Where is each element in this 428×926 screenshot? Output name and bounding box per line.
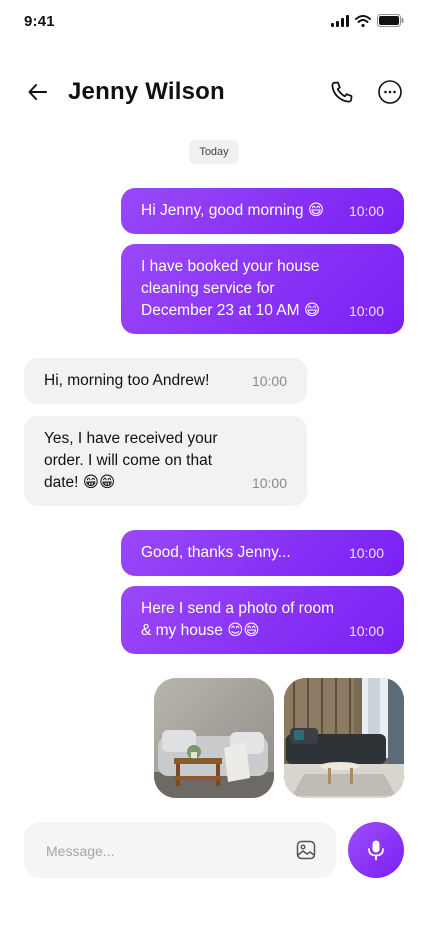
- message-text: Here I send a photo of room & my house 😊…: [141, 598, 334, 642]
- contact-name: Jenny Wilson: [68, 78, 225, 105]
- photo-attachment-house[interactable]: [284, 678, 404, 798]
- message-line: order. I will come on that: [44, 452, 212, 469]
- back-button[interactable]: [24, 78, 52, 106]
- message-bubble-outgoing[interactable]: Hi Jenny, good morning 😄 10:00: [121, 188, 404, 234]
- cellular-signal-icon: [331, 14, 349, 27]
- message-line: date! 😁😁: [44, 474, 116, 491]
- status-icons: [331, 14, 404, 27]
- message-bubble-incoming[interactable]: Yes, I have received your order. I will …: [24, 416, 307, 506]
- message-line: Yes, I have received your: [44, 430, 218, 447]
- call-button[interactable]: [328, 78, 356, 106]
- message-time: 10:00: [348, 303, 384, 319]
- message-line: I have booked your house: [141, 258, 320, 275]
- phone-icon: [331, 81, 353, 103]
- message-line: Here I send a photo of room: [141, 600, 335, 617]
- message-input[interactable]: [44, 822, 278, 880]
- message-text: I have booked your house cleaning servic…: [141, 256, 320, 322]
- message-time: 10:00: [251, 475, 287, 491]
- image-icon: [296, 840, 316, 860]
- message-bubble-outgoing[interactable]: Good, thanks Jenny... 10:00: [121, 530, 404, 576]
- message-bubble-incoming[interactable]: Hi, morning too Andrew! 10:00: [24, 358, 307, 404]
- message-text: Hi Jenny, good morning 😄: [141, 202, 325, 219]
- message-text: Yes, I have received your order. I will …: [44, 428, 217, 494]
- message-time: 10:00: [348, 203, 384, 219]
- message-time: 10:00: [348, 623, 384, 639]
- message-line: December 23 at 10 AM 😄: [141, 302, 320, 319]
- date-divider: Today: [189, 140, 239, 164]
- more-options-button[interactable]: [376, 78, 404, 106]
- microphone-icon: [368, 840, 384, 861]
- message-line: cleaning service for: [141, 280, 275, 297]
- status-time: 9:41: [24, 13, 55, 30]
- message-time: 10:00: [348, 545, 384, 561]
- house-photo: [284, 678, 404, 798]
- message-bubble-outgoing[interactable]: Here I send a photo of room & my house 😊…: [121, 586, 404, 654]
- message-text: Good, thanks Jenny...: [141, 544, 291, 561]
- more-horizontal-icon: [378, 80, 402, 104]
- photo-attachment-living-room[interactable]: [154, 678, 274, 798]
- message-bubble-outgoing[interactable]: I have booked your house cleaning servic…: [121, 244, 404, 334]
- voice-record-button[interactable]: [348, 822, 404, 878]
- message-composer: [24, 822, 336, 880]
- message-text: Hi, morning too Andrew!: [44, 372, 210, 389]
- attach-image-button[interactable]: [296, 840, 316, 860]
- message-line: & my house 😊😄: [141, 622, 260, 639]
- wifi-icon: [355, 14, 371, 27]
- battery-icon: [377, 14, 404, 27]
- living-room-photo: [154, 678, 274, 798]
- message-time: 10:00: [251, 373, 287, 389]
- arrow-left-icon: [28, 84, 47, 100]
